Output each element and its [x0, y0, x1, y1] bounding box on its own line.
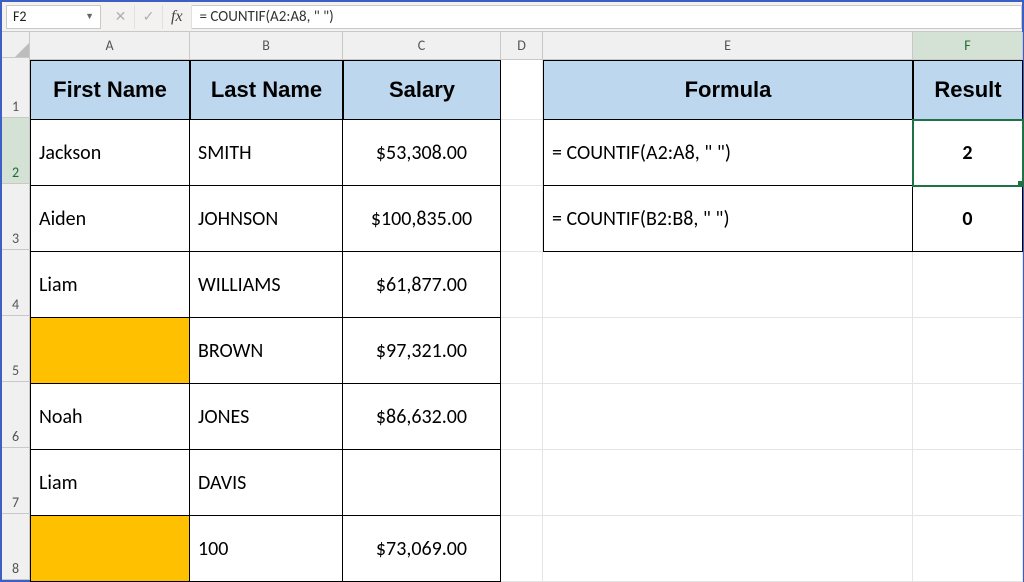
- cell-C4[interactable]: $61,877.00: [343, 252, 501, 318]
- cell-C8[interactable]: $73,069.00: [343, 516, 501, 582]
- cell-A5[interactable]: [30, 318, 190, 384]
- header-last-name[interactable]: Last Name: [190, 60, 343, 120]
- cell-E2[interactable]: = COUNTIF(A2:A8, " "): [543, 120, 913, 186]
- row-header-3[interactable]: 3: [2, 184, 30, 250]
- fx-icon[interactable]: fx: [163, 5, 192, 29]
- cancel-icon[interactable]: ✕: [107, 5, 135, 29]
- row-header-2[interactable]: 2: [2, 118, 30, 184]
- header-formula[interactable]: Formula: [543, 60, 913, 120]
- cell-C7[interactable]: [343, 450, 501, 516]
- select-all-corner[interactable]: [2, 32, 30, 58]
- cell-B3[interactable]: JOHNSON: [190, 186, 343, 252]
- cell-F5[interactable]: [913, 318, 1023, 384]
- cell-A4[interactable]: Liam: [30, 252, 190, 318]
- cell-E4[interactable]: [543, 252, 913, 318]
- row-headers: 12345678: [2, 32, 30, 580]
- grid-body[interactable]: First NameLast NameSalary FormulaResult Ja…: [30, 60, 1023, 582]
- column-header-F[interactable]: F: [913, 32, 1023, 60]
- cell-F4[interactable]: [913, 252, 1023, 318]
- header-first-name[interactable]: First Name: [30, 60, 190, 120]
- cell-C5[interactable]: $97,321.00: [343, 318, 501, 384]
- cell-F6[interactable]: [913, 384, 1023, 450]
- cell-D2[interactable]: [501, 120, 543, 186]
- formula-input-value: = COUNTIF(A2:A8, " "): [200, 8, 334, 26]
- column-headers: ABCDEF: [30, 32, 1023, 60]
- cell-F3[interactable]: 0: [913, 186, 1023, 252]
- cell-B4[interactable]: WILLIAMS: [190, 252, 343, 318]
- cell-B2[interactable]: SMITH: [190, 120, 343, 186]
- cell-D8[interactable]: [501, 516, 543, 582]
- cell-F8[interactable]: [913, 516, 1023, 582]
- cell-E5[interactable]: [543, 318, 913, 384]
- header-salary[interactable]: Salary: [343, 60, 501, 120]
- cell-D6[interactable]: [501, 384, 543, 450]
- column-header-C[interactable]: C: [343, 32, 501, 60]
- cell-E3[interactable]: = COUNTIF(B2:B8, " "): [543, 186, 913, 252]
- cell-B7[interactable]: DAVIS: [190, 450, 343, 516]
- column-header-E[interactable]: E: [543, 32, 913, 60]
- row-header-7[interactable]: 7: [2, 448, 30, 514]
- cell-D1[interactable]: [501, 60, 543, 120]
- row-header-4[interactable]: 4: [2, 250, 30, 316]
- cell-A3[interactable]: Aiden: [30, 186, 190, 252]
- formula-bar-buttons: ✕ ✓ fx: [107, 5, 192, 29]
- chevron-down-icon[interactable]: ▼: [85, 11, 94, 22]
- cell-A8[interactable]: [30, 516, 190, 582]
- cell-A2[interactable]: Jackson: [30, 120, 190, 186]
- cell-D7[interactable]: [501, 450, 543, 516]
- cell-B5[interactable]: BROWN: [190, 318, 343, 384]
- enter-icon[interactable]: ✓: [135, 5, 163, 29]
- cell-C2[interactable]: $53,308.00: [343, 120, 501, 186]
- name-box-value: F2: [13, 8, 27, 25]
- cell-D3[interactable]: [501, 186, 543, 252]
- cell-A6[interactable]: Noah: [30, 384, 190, 450]
- column-header-A[interactable]: A: [30, 32, 190, 60]
- cell-D4[interactable]: [501, 252, 543, 318]
- spreadsheet-grid: 12345678 ABCDEF First NameLast NameSalar…: [2, 32, 1022, 580]
- cell-B6[interactable]: JONES: [190, 384, 343, 450]
- cell-A7[interactable]: Liam: [30, 450, 190, 516]
- cell-F7[interactable]: [913, 450, 1023, 516]
- cell-E6[interactable]: [543, 384, 913, 450]
- cell-E8[interactable]: [543, 516, 913, 582]
- cell-D5[interactable]: [501, 318, 543, 384]
- cell-F2[interactable]: 2: [913, 120, 1023, 186]
- name-box[interactable]: F2 ▼: [6, 5, 101, 29]
- cell-C3[interactable]: $100,835.00: [343, 186, 501, 252]
- formula-bar: F2 ▼ ✕ ✓ fx = COUNTIF(A2:A8, " "): [2, 2, 1022, 32]
- column-header-B[interactable]: B: [190, 32, 343, 60]
- row-header-8[interactable]: 8: [2, 514, 30, 580]
- cell-B8[interactable]: 100: [190, 516, 343, 582]
- row-header-6[interactable]: 6: [2, 382, 30, 448]
- row-header-1[interactable]: 1: [2, 58, 30, 118]
- formula-input[interactable]: = COUNTIF(A2:A8, " "): [192, 5, 1022, 29]
- header-result[interactable]: Result: [913, 60, 1023, 120]
- row-header-5[interactable]: 5: [2, 316, 30, 382]
- column-header-D[interactable]: D: [501, 32, 543, 60]
- cell-E7[interactable]: [543, 450, 913, 516]
- cell-C6[interactable]: $86,632.00: [343, 384, 501, 450]
